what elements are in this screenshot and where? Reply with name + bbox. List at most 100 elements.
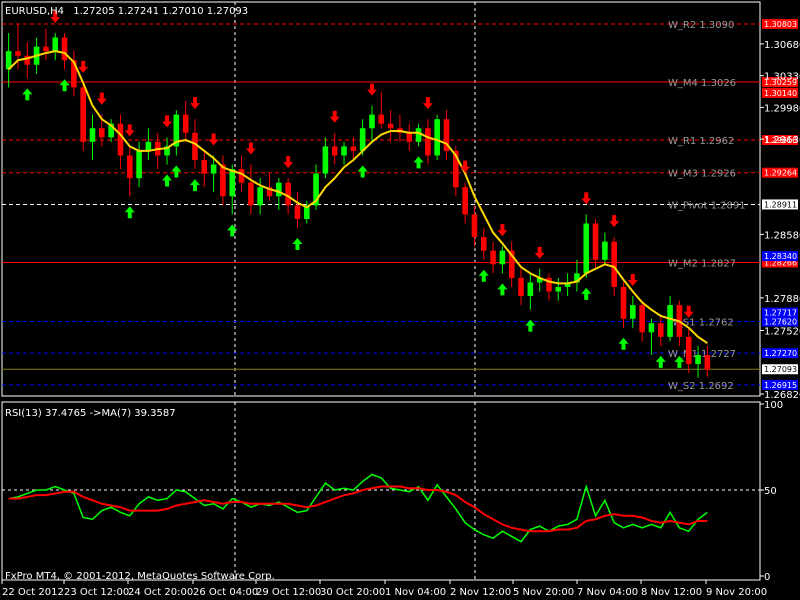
candle <box>508 241 515 287</box>
candle <box>499 246 506 274</box>
price-axis: 1.308031.302591.296161.292641.289111.282… <box>760 18 800 401</box>
up-arrow-icon <box>618 337 629 350</box>
candle <box>415 123 422 147</box>
up-arrow-icon <box>59 79 70 92</box>
symbol-header: EURUSD,H4 1.27205 1.27241 1.27010 1.2709… <box>5 6 248 17</box>
up-arrow-icon <box>171 165 182 178</box>
candle-body <box>80 87 86 142</box>
price-tag-w_m3: 1.29264 <box>762 167 798 178</box>
price-tag-text: 1.30803 <box>764 20 797 29</box>
candle <box>434 114 440 160</box>
candle <box>80 82 86 151</box>
price-tag-w_s2: 1.26915 <box>762 379 798 390</box>
pivot-label-w_pivot: W_Pivot 1.2891 <box>668 200 746 211</box>
down-arrow-icon <box>609 215 620 228</box>
candle <box>397 114 403 142</box>
moving-average-line <box>7 50 708 345</box>
up-arrow-icon <box>189 179 200 192</box>
candle <box>341 141 347 165</box>
candle-body <box>331 146 338 156</box>
candle <box>117 114 124 170</box>
up-arrow-icon <box>357 165 368 178</box>
up-arrow-icon <box>413 156 424 169</box>
down-arrow-icon <box>627 274 638 287</box>
candle-body <box>210 164 217 174</box>
candle <box>154 132 161 170</box>
candle-body <box>126 155 133 179</box>
candle <box>518 268 524 306</box>
price-tag-text: 1.27717 <box>764 309 797 318</box>
candle-body <box>201 160 208 174</box>
candle-body <box>434 119 440 156</box>
candle-body <box>425 128 431 156</box>
down-arrow-icon <box>208 133 219 146</box>
candle <box>630 296 636 328</box>
candle-body <box>602 241 608 260</box>
candle <box>52 33 59 61</box>
down-arrow-icon <box>283 156 294 169</box>
time-tick-label: 5 Nov 20:00 <box>513 587 574 598</box>
down-arrow-icon <box>78 60 89 73</box>
candle-body <box>471 214 478 238</box>
price-tag-text: 1.28911 <box>764 200 797 209</box>
candle-body <box>583 223 590 274</box>
up-arrow-icon <box>581 287 592 300</box>
candle <box>602 232 608 265</box>
up-arrow-icon <box>162 174 173 187</box>
up-arrow-icon <box>478 269 489 282</box>
price-tag-w_m1: 1.27270 <box>762 348 798 359</box>
candle <box>574 259 580 292</box>
down-arrow-icon <box>683 305 694 318</box>
down-arrow-icon <box>534 246 545 259</box>
price-tick-label: 1.28580 <box>764 230 800 241</box>
candle <box>639 300 645 342</box>
candle-body <box>639 305 645 333</box>
candle-body <box>229 169 236 197</box>
candle-body <box>61 37 68 61</box>
candle-body <box>518 277 524 297</box>
down-arrow-icon <box>329 110 340 123</box>
candle <box>145 128 152 160</box>
candle-body <box>43 46 49 52</box>
candle-body <box>99 128 105 138</box>
candle <box>369 105 375 142</box>
candle-body <box>294 205 301 219</box>
up-arrow-icon <box>22 88 33 101</box>
down-arrow-icon <box>245 142 256 155</box>
candle <box>685 327 692 374</box>
candle-body <box>285 182 291 206</box>
candle <box>108 119 114 142</box>
price-tag-w_r2: 1.30803 <box>762 18 798 29</box>
candle <box>71 51 77 97</box>
candle <box>173 110 180 156</box>
price-tag-text: 1.30140 <box>764 89 797 98</box>
price-tag-w_s1: 1.27620 <box>762 316 798 327</box>
candle <box>583 214 590 278</box>
candle-body <box>555 286 562 292</box>
price-tag-text: 1.27620 <box>764 317 797 326</box>
candle <box>201 150 208 188</box>
candle <box>294 191 301 229</box>
time-tick-label: 22 Oct 2012 <box>2 587 64 598</box>
candle-body <box>322 146 329 174</box>
candle-body <box>341 146 347 156</box>
candle-body <box>117 123 124 156</box>
candle <box>126 146 133 197</box>
candle <box>592 218 599 269</box>
candle <box>536 268 543 292</box>
down-arrow-icon <box>422 97 433 110</box>
price-tick-label: 1.27880 <box>764 294 800 305</box>
candle-body <box>89 128 96 142</box>
price-tick-label: 1.29980 <box>764 103 800 114</box>
rsi-line <box>8 473 708 543</box>
candle-body <box>406 132 413 142</box>
time-tick-label: 24 Oct 20:00 <box>128 587 193 598</box>
pivot-label-w_r1: W_R1 1.2962 <box>668 136 734 147</box>
candle-body <box>257 187 263 206</box>
down-arrow-icon <box>581 192 592 205</box>
candle <box>24 42 31 79</box>
candle-body <box>620 286 627 319</box>
candle <box>471 205 478 247</box>
candle <box>322 137 329 179</box>
chart-canvas: W_R2 1.3090 W_M4 1.3026 W_R1 1.2962 W_M3 1.… <box>1 1 800 598</box>
